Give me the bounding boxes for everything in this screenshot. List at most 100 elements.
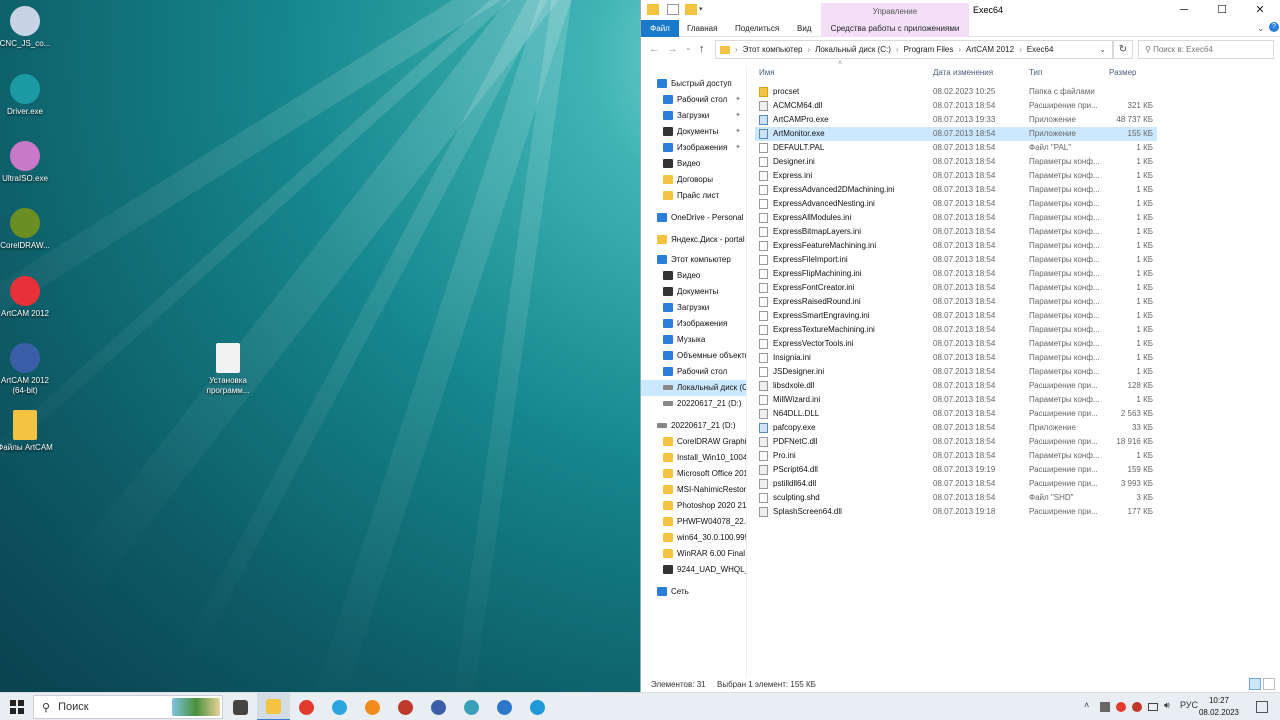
column-date-header[interactable]: Дата изменения	[933, 64, 993, 82]
tray-expand-icon[interactable]: ˄	[1084, 700, 1089, 710]
file-row[interactable]: ExpressAdvancedNesting.ini 08.07.2013 18:…	[755, 197, 1157, 211]
nav-item[interactable]: win64_30.0.100.9955	[641, 530, 746, 546]
file-row[interactable]: ArtCAMPro.exe 08.07.2013 19:33 Приложение 4…	[755, 113, 1157, 127]
file-row[interactable]: Express.ini 08.07.2013 18:54 Параметры кон…	[755, 169, 1157, 183]
file-row[interactable]: pstilldll64.dll 08.07.2013 18:54 Расширени…	[755, 477, 1157, 491]
column-size-header[interactable]: Размер	[1109, 64, 1137, 82]
new-folder-icon[interactable]	[685, 4, 697, 15]
file-row[interactable]: pafcopy.exe 08.07.2013 18:54 Приложение 33 …	[755, 421, 1157, 435]
taskbar-app-button[interactable]	[389, 693, 422, 720]
nav-item[interactable]: Объемные объекты	[641, 348, 746, 364]
nav-item[interactable]: Изображения	[641, 316, 746, 332]
taskbar-app-button[interactable]	[257, 693, 290, 720]
nav-item[interactable]: Документы	[641, 284, 746, 300]
nav-item[interactable]: 20220617_21 (D:)	[641, 396, 746, 412]
taskbar-app-button[interactable]	[455, 693, 488, 720]
nav-item[interactable]: Загрузки	[641, 300, 746, 316]
file-row[interactable]: sculpting.shd 08.07.2013 18:54 Файл "SHD" 3…	[755, 491, 1157, 505]
refresh-button[interactable]: ↻	[1113, 40, 1133, 59]
file-row[interactable]: ExpressFlipMachining.ini 08.07.2013 18:54…	[755, 267, 1157, 281]
notifications-icon[interactable]	[1256, 701, 1268, 713]
address-dropdown-icon[interactable]: ⌄	[1099, 45, 1106, 54]
taskbar-app-button[interactable]	[521, 693, 554, 720]
nav-item[interactable]: 9244_UAD_WHQL_N	[641, 562, 746, 578]
tab-home[interactable]: Главная	[681, 20, 723, 37]
taskbar-app-button[interactable]	[422, 693, 455, 720]
yandex-tray-icon[interactable]	[1116, 702, 1126, 712]
nav-item[interactable]: Видео	[641, 156, 746, 172]
nav-item[interactable]: Рабочий стол ✦	[641, 92, 746, 108]
up-icon[interactable]: ↑	[699, 43, 705, 55]
breadcrumb-item[interactable]: Этот компьютер	[743, 45, 803, 54]
file-row[interactable]: libsdxole.dll 08.07.2013 18:54 Расширение …	[755, 379, 1157, 393]
column-name-header[interactable]: Имя	[759, 64, 775, 82]
nav-item[interactable]: Прайс лист	[641, 188, 746, 204]
nav-item[interactable]: PHWFW04078_22.70	[641, 514, 746, 530]
file-row[interactable]: Insignia.ini 08.07.2013 18:54 Параметры ко…	[755, 351, 1157, 365]
file-row[interactable]: ExpressFeatureMachining.ini 08.07.2013 18…	[755, 239, 1157, 253]
nav-item[interactable]: 20220617_21 (D:)	[641, 418, 746, 434]
file-row[interactable]: ExpressBitmapLayers.ini 08.07.2013 18:54 П…	[755, 225, 1157, 239]
file-row[interactable]: ExpressVectorTools.ini 08.07.2013 18:54 Па…	[755, 337, 1157, 351]
file-row[interactable]: SplashScreen64.dll 08.07.2013 19:18 Расшир…	[755, 505, 1157, 519]
clock[interactable]: 10:27 08.02.2023	[1196, 695, 1242, 719]
nav-item[interactable]: OneDrive - Personal	[641, 210, 746, 226]
desktop-icon-item[interactable]: CNC_JS_co...	[0, 6, 55, 49]
desktop-icon-item[interactable]: ArtCAM 2012	[0, 276, 55, 319]
forward-icon[interactable]: →	[667, 43, 678, 55]
file-row[interactable]: Designer.ini 08.07.2013 18:54 Параметры ко…	[755, 155, 1157, 169]
desktop-icon-item[interactable]: Driver.exe	[0, 74, 55, 117]
back-icon[interactable]: ←	[649, 43, 660, 55]
file-row[interactable]: ExpressAllModules.ini 08.07.2013 18:54 Пар…	[755, 211, 1157, 225]
nav-item[interactable]: Рабочий стол	[641, 364, 746, 380]
desktop-icon-item[interactable]: UltraISO.exe	[0, 141, 55, 184]
desktop-icon-item[interactable]: Файлы ArtCAM	[0, 410, 55, 453]
nav-item[interactable]: Загрузки ✦	[641, 108, 746, 124]
file-row[interactable]: ExpressRaisedRound.ini 08.07.2013 18:54 Па…	[755, 295, 1157, 309]
file-row[interactable]: Pro.ini 08.07.2013 18:54 Параметры конф...…	[755, 449, 1157, 463]
taskbar-search[interactable]: ⚲ Поиск	[33, 695, 223, 719]
nav-item[interactable]: MSI-NahimicRestore	[641, 482, 746, 498]
file-row[interactable]: N64DLL.DLL 08.07.2013 18:54 Расширение при…	[755, 407, 1157, 421]
volume-icon[interactable]: 🔊︎	[1164, 700, 1170, 711]
recent-dropdown-icon[interactable]: ⌄	[685, 43, 692, 52]
file-row[interactable]: MillWizard.ini 08.07.2013 18:54 Параметры …	[755, 393, 1157, 407]
taskbar-app-button[interactable]	[224, 693, 257, 720]
network-tray-icon[interactable]	[1100, 702, 1110, 712]
tab-share[interactable]: Поделиться	[729, 20, 785, 37]
tab-app-tools[interactable]: Средства работы с приложениями	[821, 20, 969, 37]
tab-view[interactable]: Вид	[791, 20, 817, 37]
properties-icon[interactable]	[667, 4, 679, 15]
tab-file[interactable]: Файл	[641, 20, 679, 37]
nav-item[interactable]: Изображения ✦	[641, 140, 746, 156]
nav-item[interactable]: WinRAR 6.00 Final F	[641, 546, 746, 562]
nav-item[interactable]: Microsoft Office 2019	[641, 466, 746, 482]
start-button[interactable]	[0, 693, 33, 720]
breadcrumb-item[interactable]: Локальный диск (C:)	[815, 45, 891, 54]
help-icon[interactable]: ?	[1269, 22, 1279, 32]
file-row[interactable]: ExpressSmartEngraving.ini 08.07.2013 18:5…	[755, 309, 1157, 323]
nav-item[interactable]: Локальный диск (C:)	[641, 380, 746, 396]
desktop-icon-item[interactable]: ArtCAM 2012 (64-bit)	[0, 343, 55, 396]
address-bar[interactable]: › Этот компьютер › Локальный диск (C:) › P…	[715, 40, 1113, 59]
nav-item[interactable]: CorelDRAW Graphics	[641, 434, 746, 450]
file-row[interactable]: DEFAULT.PAL 08.07.2013 18:54 Файл "PAL" 1 К…	[755, 141, 1157, 155]
nav-item[interactable]: Этот компьютер	[641, 252, 746, 268]
breadcrumb-item[interactable]: Exec64	[1027, 45, 1054, 54]
nav-item[interactable]: Музыка	[641, 332, 746, 348]
nav-item[interactable]: Договоры	[641, 172, 746, 188]
close-button[interactable]: ✕	[1241, 0, 1279, 20]
nav-item[interactable]: Быстрый доступ	[641, 76, 746, 92]
search-input[interactable]: ⚲ Поиск в: Exec64	[1138, 40, 1274, 59]
taskbar-app-button[interactable]	[356, 693, 389, 720]
desktop-icon-item[interactable]: Установка программ...	[198, 343, 258, 396]
file-row[interactable]: ExpressAdvanced2DMachining.ini 08.07.2013…	[755, 183, 1157, 197]
desktop-icon-item[interactable]: CorelDRAW...	[0, 208, 55, 251]
file-row[interactable]: ArtMonitor.exe 08.07.2013 18:54 Приложение…	[755, 127, 1157, 141]
taskbar-app-button[interactable]	[290, 693, 323, 720]
nav-item[interactable]: Photoshop 2020 21.	[641, 498, 746, 514]
file-row[interactable]: PScript64.dll 08.07.2013 19:19 Расширение …	[755, 463, 1157, 477]
column-type-header[interactable]: Тип	[1029, 64, 1042, 82]
nav-item[interactable]: Install_Win10_10045	[641, 450, 746, 466]
nav-item[interactable]: Видео	[641, 268, 746, 284]
